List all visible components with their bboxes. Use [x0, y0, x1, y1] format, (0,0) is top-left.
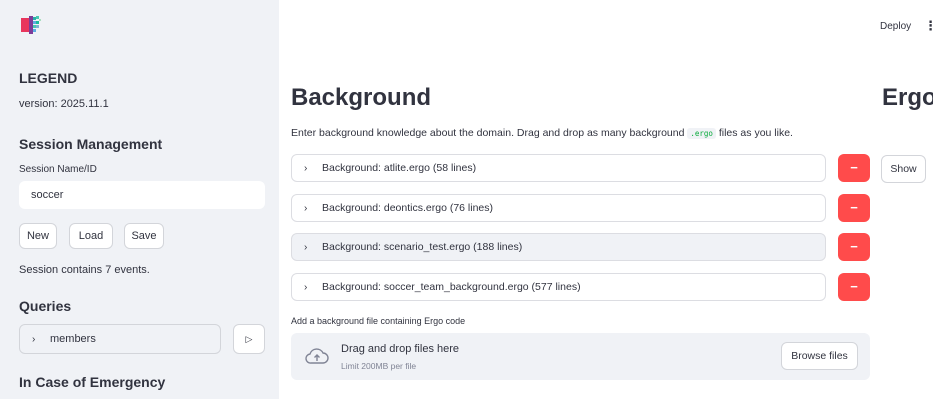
query-expander-label: members: [50, 333, 96, 345]
play-icon: ▷: [245, 334, 253, 344]
legend-heading: LEGEND: [19, 70, 78, 86]
dropzone-limit: Limit 200MB per file: [341, 361, 417, 371]
deploy-button[interactable]: Deploy: [880, 21, 911, 32]
chevron-right-icon: ›: [304, 203, 308, 214]
session-name-input[interactable]: soccer: [19, 181, 265, 209]
ergo-extension-code: .ergo: [687, 128, 716, 139]
queries-heading: Queries: [19, 298, 72, 314]
remove-background-button[interactable]: −: [838, 273, 870, 301]
remove-background-button[interactable]: −: [838, 194, 870, 222]
page-title: Background: [291, 84, 432, 111]
chevron-right-icon: ›: [32, 334, 36, 345]
background-expander[interactable]: › Background: scenario_test.ergo (188 lin…: [291, 233, 826, 261]
chevron-right-icon: ›: [304, 163, 308, 174]
remove-background-button[interactable]: −: [838, 154, 870, 182]
session-status-text: Session contains 7 events.: [19, 264, 150, 276]
background-expander[interactable]: › Background: atlite.ergo (58 lines): [291, 154, 826, 182]
ergo-title: Ergo: [882, 84, 933, 111]
new-session-button[interactable]: New: [19, 223, 57, 249]
session-heading: Session Management: [19, 136, 163, 152]
background-expander[interactable]: › Background: soccer_team_background.ergo…: [291, 273, 826, 301]
chevron-right-icon: ›: [304, 242, 308, 253]
description-suffix: files as you like.: [718, 127, 793, 139]
sidebar: LEGEND version: 2025.11.1 Session Manage…: [0, 0, 279, 399]
show-button[interactable]: Show: [881, 155, 926, 183]
expander-label: Background: deontics.ergo (76 lines): [322, 202, 494, 214]
expander-label: Background: scenario_test.ergo (188 line…: [322, 241, 523, 253]
save-session-button[interactable]: Save: [124, 223, 164, 249]
expander-label: Background: soccer_team_background.ergo …: [322, 281, 581, 293]
main-menu-icon[interactable]: ⋮: [924, 18, 933, 34]
chevron-right-icon: ›: [304, 282, 308, 293]
browse-files-button[interactable]: Browse files: [781, 342, 858, 370]
file-dropzone[interactable]: Drag and drop files here Limit 200MB per…: [291, 333, 870, 380]
dropzone-title: Drag and drop files here: [341, 343, 460, 355]
run-query-button[interactable]: ▷: [233, 324, 265, 354]
session-name-label: Session Name/ID: [19, 164, 97, 175]
load-session-button[interactable]: Load: [69, 223, 113, 249]
background-expander[interactable]: › Background: deontics.ergo (76 lines): [291, 194, 826, 222]
background-description: Enter background knowledge about the dom…: [291, 127, 793, 139]
cloud-upload-icon: [305, 348, 329, 364]
upload-label: Add a background file containing Ergo co…: [291, 316, 466, 326]
remove-background-button[interactable]: −: [838, 233, 870, 261]
query-expander-members[interactable]: › members: [19, 324, 221, 354]
expander-label: Background: atlite.ergo (58 lines): [322, 162, 477, 174]
version-text: version: 2025.11.1: [19, 98, 109, 110]
app-logo-icon: [21, 16, 41, 34]
description-text: Enter background knowledge about the dom…: [291, 127, 685, 139]
emergency-heading: In Case of Emergency: [19, 374, 166, 390]
